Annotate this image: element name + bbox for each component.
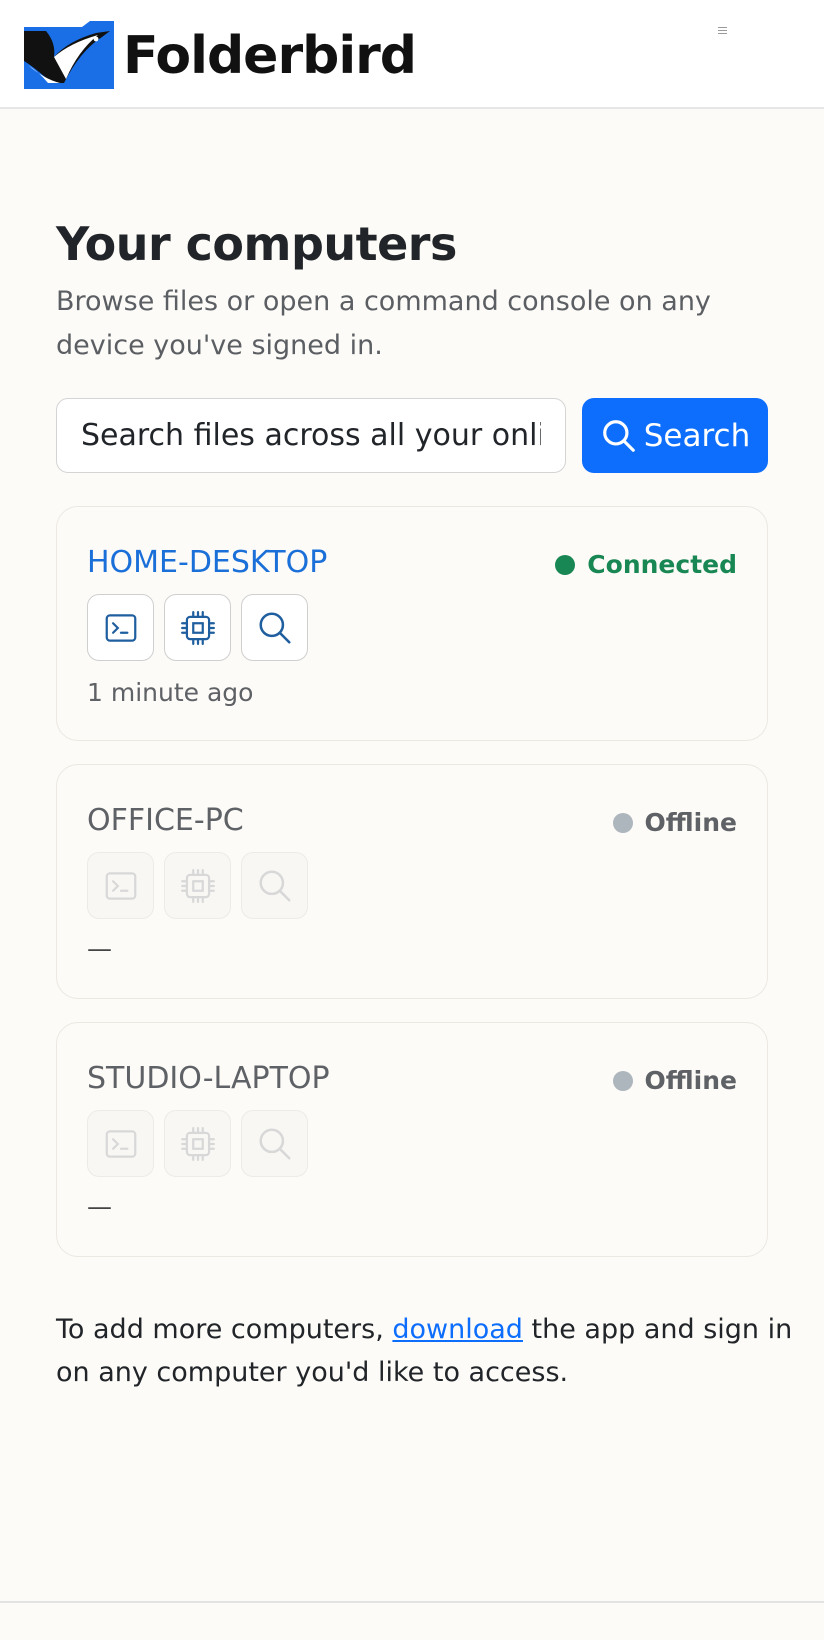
open-console-button [87,852,154,919]
brand-name[interactable]: Folderbird [123,22,417,90]
page-title: Your computers [56,217,457,271]
footer-divider [0,1601,824,1603]
page-subtitle: Browse files or open a command console o… [56,286,711,361]
status-label: Connected [587,550,737,579]
computer-name: STUDIO-LAPTOP [87,1061,330,1096]
status-label: Offline [644,1066,737,1095]
search-button-label: Search [643,417,751,454]
computer-card-home-desktop: HOME-DESKTOP Connected 1 minute ago [56,506,768,741]
cpu-chip-icon [180,868,215,903]
folderbird-logo[interactable] [24,21,114,89]
system-info-button [164,852,231,919]
system-info-button [164,1110,231,1177]
cpu-chip-icon [180,1126,215,1161]
hamburger-menu-icon[interactable] [712,20,732,40]
computer-card-studio-laptop: STUDIO-LAPTOP Offline — [56,1022,768,1257]
add-computers-note: To add more computers, download the app … [56,1308,796,1394]
computer-actions [87,852,308,919]
computer-actions [87,594,308,661]
last-seen: — [87,934,112,963]
computer-name[interactable]: HOME-DESKTOP [87,543,327,583]
search-icon [602,419,635,452]
status-dot [612,813,633,833]
search-icon [258,869,291,902]
top-navbar: Folderbird [0,0,824,109]
computer-card-office-pc: OFFICE-PC Offline — [56,764,768,999]
terminal-icon [105,613,136,642]
search-computer-button[interactable] [241,594,308,661]
terminal-icon [105,871,136,900]
search-computer-button [241,852,308,919]
status-label: Offline [644,808,737,837]
search-icon [258,1127,291,1160]
status-dot [612,1071,633,1091]
download-link[interactable]: download [392,1314,523,1345]
terminal-icon [105,1129,136,1158]
note-text-before: To add more computers, [56,1314,393,1345]
status-badge: Offline [612,807,737,839]
computer-actions [87,1110,308,1177]
status-badge: Connected [555,549,737,581]
status-dot [555,555,576,575]
cpu-chip-icon [180,610,215,645]
computer-name: OFFICE-PC [87,803,244,838]
last-seen: — [87,1192,112,1221]
system-info-button[interactable] [164,594,231,661]
search-input[interactable] [56,398,566,473]
status-badge: Offline [612,1065,737,1097]
search-icon [258,611,291,644]
last-seen: 1 minute ago [87,678,254,707]
search-computer-button [241,1110,308,1177]
open-console-button [87,1110,154,1177]
open-console-button[interactable] [87,594,154,661]
search-button[interactable]: Search [582,398,768,473]
